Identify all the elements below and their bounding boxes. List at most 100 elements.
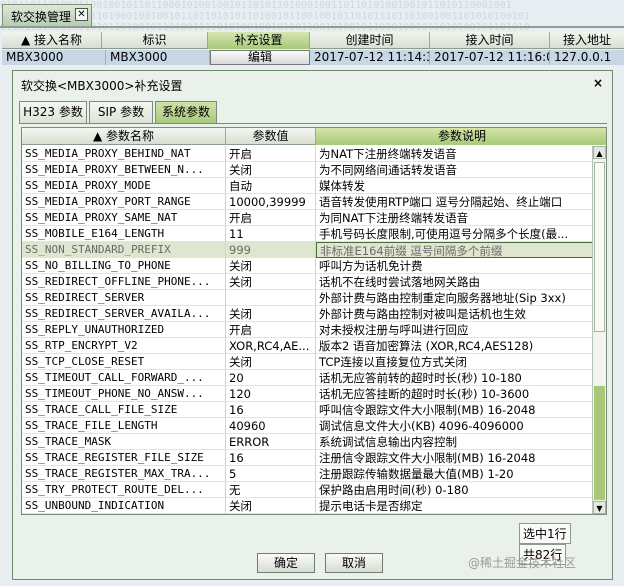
cell-param-name: SS_TRACE_CALL_FILE_SIZE: [22, 402, 226, 418]
cell-param-value: 关闭: [226, 354, 316, 370]
col-header-id[interactable]: 标识: [102, 32, 208, 49]
cell-param-value: 16: [226, 402, 316, 418]
cell-param-name: SS_MEDIA_PROXY_BEHIND_NAT: [22, 146, 226, 162]
cell-param-value: 开启: [226, 322, 316, 338]
cell-param-value: 11: [226, 226, 316, 242]
cell-param-name: SS_REDIRECT_SERVER_AVAILA...: [22, 306, 226, 322]
dialog-title: 软交换<MBX3000>补充设置: [21, 79, 183, 93]
cell-param-value: 开启: [226, 210, 316, 226]
table-row[interactable]: SS_REDIRECT_OFFLINE_PHONE... 关闭 话机不在线时尝试落地…: [22, 274, 593, 290]
table-row[interactable]: SS_RTP_ENCRYPT_V2 XOR,RC4,AE... 版本2 语音加密算法…: [22, 338, 593, 354]
cell-param-value: 16: [226, 450, 316, 466]
table-row[interactable]: SS_MEDIA_PROXY_BEHIND_NAT 开启 为NAT下注册终端转发语音: [22, 146, 593, 162]
cell-param-desc: 对未授权注册与呼叫进行回应: [316, 322, 593, 338]
cell-param-name: SS_MEDIA_PROXY_MODE: [22, 178, 226, 194]
cell-param-name: SS_MEDIA_PROXY_SAME_NAT: [22, 210, 226, 226]
ok-button[interactable]: 确定: [257, 553, 315, 573]
grid-status: 选中1行共82行: [517, 523, 612, 565]
cell-param-value: XOR,RC4,AE...: [226, 338, 316, 354]
cell-access-name: MBX3000: [2, 50, 106, 65]
cell-param-value: 自动: [226, 178, 316, 194]
cell-param-name: SS_TIMEOUT_PHONE_NO_ANSW...: [22, 386, 226, 402]
table-row[interactable]: SS_MEDIA_PROXY_SAME_NAT 开启 为同NAT下注册终端转发语音: [22, 210, 593, 226]
cell-param-value: [226, 290, 316, 306]
vertical-scrollbar[interactable]: ▲ ▼: [592, 146, 606, 514]
cell-param-desc: 保护路由启用时间(秒) 0-180: [316, 482, 593, 498]
cell-param-desc: 话机无应答挂断的超时时长(秒) 10-3600: [316, 386, 593, 402]
table-row[interactable]: SS_TRACE_FILE_LENGTH 40960 调试信息文件大小(KB) 40…: [22, 418, 593, 434]
grid-header: ▲ 参数名称 参数值 参数说明: [22, 128, 606, 145]
edit-button[interactable]: 编辑: [210, 50, 310, 65]
table-row[interactable]: SS_TRACE_CALL_FILE_SIZE 16 呼叫信令跟踪文件大小限制(MB…: [22, 402, 593, 418]
table-row[interactable]: SS_MEDIA_PROXY_BETWEEN_N... 关闭 为不同网络间通话转发语…: [22, 162, 593, 178]
cell-param-value: 20: [226, 370, 316, 386]
cell-param-name: SS_REDIRECT_SERVER: [22, 290, 226, 306]
tab-system-params[interactable]: 系统参数: [155, 101, 217, 124]
cell-param-name: SS_NON_STANDARD_PREFIX: [22, 242, 226, 258]
col-header-param-name[interactable]: ▲ 参数名称: [22, 128, 226, 145]
cell-param-desc: 呼叫信令跟踪文件大小限制(MB) 16-2048: [316, 402, 593, 418]
cell-param-desc: 为不同网络间通话转发语音: [316, 162, 593, 178]
table-row[interactable]: SS_NO_BILLING_TO_PHONE 关闭 呼叫方为话机免计费: [22, 258, 593, 274]
tab-divider: [0, 26, 624, 28]
scroll-track[interactable]: [594, 386, 605, 500]
cell-param-value: 999: [226, 242, 316, 258]
col-header-param-value[interactable]: 参数值: [226, 128, 316, 145]
table-row[interactable]: SS_REDIRECT_SERVER_AVAILA... 关闭 外部计费与路由控制对…: [22, 306, 593, 322]
tab-divider: [19, 123, 607, 124]
scroll-thumb[interactable]: [594, 162, 605, 332]
table-row[interactable]: SS_MEDIA_PROXY_PORT_RANGE 10000,39999 语音转发…: [22, 194, 593, 210]
tab-softswitch-management[interactable]: 软交换管理 ✕: [2, 4, 92, 26]
close-icon[interactable]: ✕: [75, 8, 88, 21]
table-row[interactable]: SS_TRACE_MASK ERROR 系统调试信息输出内容控制: [22, 434, 593, 450]
close-icon[interactable]: ×: [593, 76, 603, 90]
table-row[interactable]: SS_TRACE_REGISTER_FILE_SIZE 16 注册信令跟踪文件大小限…: [22, 450, 593, 466]
table-row[interactable]: MBX3000 MBX3000 编辑 2017-07-12 11:14:36 2…: [2, 50, 624, 65]
cell-param-value: 开启: [226, 146, 316, 162]
cell-param-desc: 媒体转发: [316, 178, 593, 194]
cell-param-desc: 为NAT下注册终端转发语音: [316, 146, 593, 162]
cell-param-desc: 系统调试信息输出内容控制: [316, 434, 593, 450]
cell-accessed: 2017-07-12 11:16:00: [430, 50, 550, 65]
table-row[interactable]: SS_MOBILE_E164_LENGTH 11 手机号码长度限制,可使用逗号分隔多…: [22, 226, 593, 242]
cancel-button[interactable]: 取消: [325, 553, 383, 573]
table-row[interactable]: SS_REPLY_UNAUTHORIZED 开启 对未授权注册与呼叫进行回应: [22, 322, 593, 338]
cell-param-desc: 版本2 语音加密算法 (XOR,RC4,AES128): [316, 338, 593, 354]
table-row[interactable]: SS_TIMEOUT_CALL_FORWARD_... 20 话机无应答前转的超时时…: [22, 370, 593, 386]
cell-param-desc: 话机不在线时尝试落地网关路由: [316, 274, 593, 290]
col-header-created[interactable]: 创建时间: [310, 32, 430, 49]
tab-sip-params[interactable]: SIP 参数: [89, 101, 153, 123]
watermark-text: @稀土掘金技术社区: [468, 556, 577, 570]
col-header-accessed[interactable]: 接入时间: [430, 32, 550, 49]
table-row[interactable]: SS_REDIRECT_SERVER 外部计费与路由控制重定向服务器地址(Sip …: [22, 290, 593, 306]
cell-param-desc: 外部计费与路由控制对被叫是话机也生效: [316, 306, 593, 322]
table-row[interactable]: SS_MEDIA_PROXY_MODE 自动 媒体转发: [22, 178, 593, 194]
cell-param-name: SS_TRACE_REGISTER_FILE_SIZE: [22, 450, 226, 466]
table-row[interactable]: SS_TRACE_REGISTER_MAX_TRA... 5 注册跟踪传输数据量最大…: [22, 466, 593, 482]
table-row[interactable]: SS_TRY_PROTECT_ROUTE_DEL... 无保护路由启用时间(秒) …: [22, 482, 593, 498]
table-row[interactable]: SS_NON_STANDARD_PREFIX 999 非标准E164前缀 逗号间隔多…: [22, 242, 593, 258]
cell-param-value: ERROR: [226, 434, 316, 450]
cell-created: 2017-07-12 11:14:36: [310, 50, 430, 65]
tab-h323-params[interactable]: H323 参数: [19, 101, 87, 123]
cell-param-value: 10000,39999: [226, 194, 316, 210]
cell-param-desc: 调试信息文件大小(KB) 4096-4096000: [316, 418, 593, 434]
selected-count: 选中1行: [519, 523, 571, 544]
col-header-param-desc[interactable]: 参数说明: [316, 128, 606, 145]
cell-param-name: SS_MOBILE_E164_LENGTH: [22, 226, 226, 242]
table-row[interactable]: SS_UNBOUND_INDICATION 关闭 提示电话卡是否绑定: [22, 498, 593, 514]
col-header-supplement[interactable]: 补充设置: [208, 32, 310, 49]
params-grid: ▲ 参数名称 参数值 参数说明 SS_MEDIA_PROXY_BEHIND_NA…: [21, 127, 607, 515]
cell-param-desc: 注册跟踪传输数据量最大值(MB) 1-20: [316, 466, 593, 482]
scroll-down-icon[interactable]: ▼: [593, 501, 606, 514]
table-row[interactable]: SS_TCP_CLOSE_RESET 关闭 TCP连接以直接复位方式关闭: [22, 354, 593, 370]
scroll-up-icon[interactable]: ▲: [593, 146, 606, 159]
cell-param-name: SS_TRACE_REGISTER_MAX_TRA...: [22, 466, 226, 482]
cell-param-name: SS_TCP_CLOSE_RESET: [22, 354, 226, 370]
cell-param-value: 无: [226, 482, 316, 498]
col-header-access-name[interactable]: ▲ 接入名称: [2, 32, 102, 49]
cell-param-desc: 外部计费与路由控制重定向服务器地址(Sip 3xx): [316, 290, 593, 306]
cell-param-value: 5: [226, 466, 316, 482]
table-row[interactable]: SS_TIMEOUT_PHONE_NO_ANSW... 120 话机无应答挂断的超时…: [22, 386, 593, 402]
col-header-address[interactable]: 接入地址: [550, 32, 624, 49]
